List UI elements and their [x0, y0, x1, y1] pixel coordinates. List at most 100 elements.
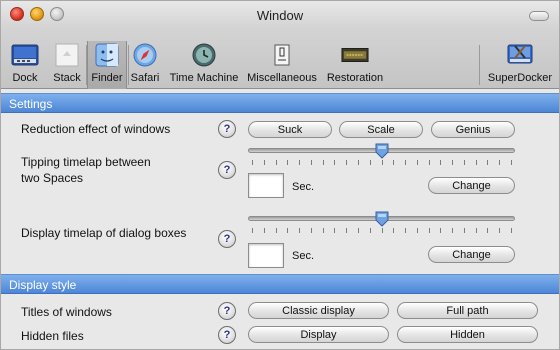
slider-tick	[275, 160, 277, 165]
help-glyph: ?	[223, 305, 231, 317]
toolbar-item-label: SuperDocker	[487, 72, 553, 84]
finder-icon	[93, 41, 121, 69]
slider-tick	[475, 160, 477, 165]
tipping-timelap-slider-knob[interactable]	[375, 143, 389, 159]
tipping-timelap-change-button[interactable]: Change	[428, 177, 515, 194]
dialog-timelap-unit: Sec.	[292, 250, 315, 262]
slider-tick	[287, 160, 289, 165]
window-title: Window	[256, 8, 304, 23]
slider-tick	[322, 160, 324, 165]
slider-tick	[475, 228, 477, 233]
slider-tick	[369, 160, 371, 165]
slider-tick	[346, 160, 348, 165]
toolbar-item-safari[interactable]: Safari	[129, 41, 161, 89]
help-icon[interactable]: ?	[218, 326, 236, 344]
slider-tick	[463, 228, 465, 233]
dialog-timelap-input[interactable]	[248, 243, 284, 268]
help-glyph: ?	[223, 164, 231, 176]
suck-effect-button[interactable]: Suck	[248, 121, 332, 138]
dialog-timelap-label: Display timelap of dialog boxes	[21, 226, 187, 240]
slider-tick	[322, 228, 324, 233]
dialog-timelap-change-button[interactable]: Change	[428, 246, 515, 263]
display-style-section-header: Display style	[1, 274, 559, 294]
toolbar-item-label: Finder	[91, 72, 123, 84]
slider-tick	[405, 228, 407, 233]
settings-section-header: Settings	[1, 93, 559, 113]
hide-hidden-files-button[interactable]: Hidden	[397, 326, 538, 343]
slider-tick	[252, 228, 253, 233]
scale-effect-button[interactable]: Scale	[339, 121, 423, 138]
hidden-files-label: Hidden files	[21, 329, 84, 343]
reduction-effect-label: Reduction effect of windows	[21, 122, 171, 136]
slider-tick	[334, 228, 336, 233]
tipping-timelap-label-line2: two Spaces	[21, 171, 84, 185]
slider-tick	[381, 160, 383, 165]
toolbar-item-time-machine[interactable]: Time Machine	[165, 41, 243, 89]
toolbar-toggle-button[interactable]	[529, 11, 549, 21]
slider-tick	[416, 160, 418, 165]
slider-tick	[381, 228, 383, 233]
restoration-icon	[341, 41, 369, 69]
toolbar-item-label: Dock	[12, 72, 38, 84]
display-hidden-files-button[interactable]: Display	[248, 326, 389, 343]
slider-tick	[357, 228, 359, 233]
slider-tick	[357, 160, 359, 165]
toolbar-item-restoration[interactable]: Restoration	[323, 41, 387, 89]
genius-effect-button[interactable]: Genius	[431, 121, 515, 138]
help-icon[interactable]: ?	[218, 120, 236, 138]
slider-tick	[440, 160, 442, 165]
slider-tick	[428, 160, 430, 165]
slider-tick	[310, 160, 312, 165]
slider-tick	[511, 228, 512, 233]
miscellaneous-icon	[268, 41, 296, 69]
slider-tick	[310, 228, 312, 233]
slider-tick	[393, 160, 395, 165]
titles-of-windows-label: Titles of windows	[21, 305, 112, 319]
toolbar-item-dock[interactable]: Dock	[5, 41, 45, 89]
slider-tick	[511, 160, 512, 165]
toolbar-item-label: Miscellaneous	[247, 72, 317, 84]
stack-icon	[53, 41, 81, 69]
slider-tick	[346, 228, 348, 233]
slider-tick	[263, 160, 265, 165]
help-icon[interactable]: ?	[218, 230, 236, 248]
safari-icon	[131, 41, 159, 69]
full-path-button[interactable]: Full path	[397, 302, 538, 319]
slider-tick	[263, 228, 265, 233]
tipping-timelap-label-line1: Tipping timelap between	[21, 155, 151, 169]
dock-icon	[11, 41, 39, 69]
help-glyph: ?	[223, 329, 231, 341]
help-glyph: ?	[223, 233, 231, 245]
preferences-window: Window Dock Stack Finder Safari Time Mac…	[0, 0, 560, 350]
dialog-timelap-slider-knob[interactable]	[375, 211, 389, 227]
slider-tick	[499, 228, 501, 233]
slider-tick	[299, 228, 301, 233]
slider-tick	[369, 228, 371, 233]
toolbar-item-stack[interactable]: Stack	[49, 41, 85, 89]
time-machine-icon	[190, 41, 218, 69]
tipping-timelap-label: Tipping timelap between two Spaces	[21, 154, 151, 186]
tipping-timelap-input[interactable]	[248, 173, 284, 198]
slider-tick	[287, 228, 289, 233]
tipping-timelap-unit: Sec.	[292, 181, 315, 193]
toolbar-item-finder[interactable]: Finder	[87, 41, 127, 89]
slider-tick	[463, 160, 465, 165]
superdocker-icon	[506, 41, 534, 69]
slider-tick	[487, 228, 489, 233]
toolbar-item-label: Restoration	[326, 72, 384, 84]
toolbar-item-label: Safari	[130, 72, 160, 84]
toolbar-item-miscellaneous[interactable]: Miscellaneous	[245, 41, 319, 89]
classic-display-button[interactable]: Classic display	[248, 302, 389, 319]
slider-tick	[252, 160, 253, 165]
slider-tick	[334, 160, 336, 165]
toolbar-item-superdocker[interactable]: SuperDocker	[485, 41, 555, 89]
slider-tick	[428, 228, 430, 233]
toolbar-item-label: Time Machine	[169, 72, 239, 84]
slider-tick	[275, 228, 277, 233]
slider-tick	[416, 228, 418, 233]
help-icon[interactable]: ?	[218, 302, 236, 320]
slider-tick	[499, 160, 501, 165]
slider-tick	[452, 160, 454, 165]
help-icon[interactable]: ?	[218, 161, 236, 179]
help-glyph: ?	[223, 123, 231, 135]
